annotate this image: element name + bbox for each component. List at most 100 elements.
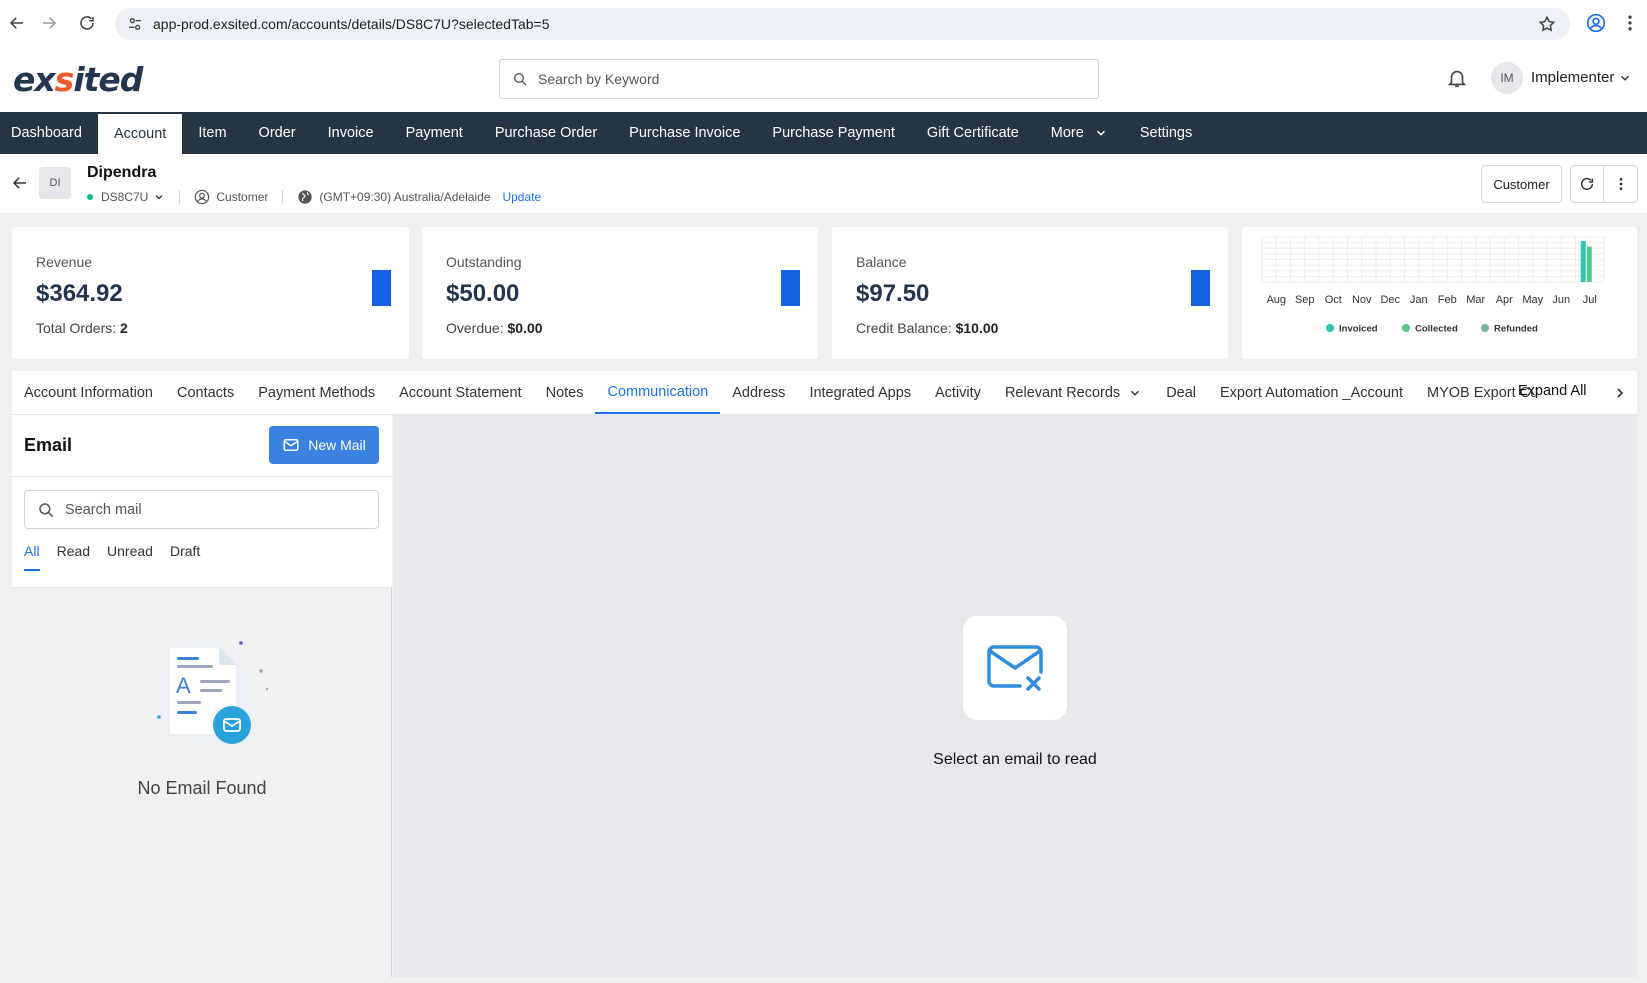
site-settings-icon[interactable]: [127, 16, 143, 32]
stat-bar: [1191, 270, 1210, 306]
arrow-right-icon: [43, 17, 57, 29]
chart-x-tick-label: Feb: [1438, 294, 1457, 306]
tab-notes[interactable]: Notes: [534, 371, 596, 414]
user-avatar[interactable]: IM: [1491, 62, 1523, 94]
global-search-input[interactable]: Search by Keyword: [499, 59, 1099, 99]
chevron-down-icon: [1096, 130, 1105, 136]
more-actions-button[interactable]: [1604, 165, 1638, 203]
chart-x-tick-label: May: [1522, 294, 1543, 306]
chevron-right-icon[interactable]: [1612, 385, 1628, 401]
customer-button[interactable]: Customer: [1481, 165, 1562, 203]
refresh-icon: [1580, 177, 1594, 190]
no-selection-tile: [963, 616, 1067, 720]
chart-x-tick-label: Jun: [1552, 294, 1570, 306]
nav-order[interactable]: Order: [243, 112, 312, 154]
nav-gift-certificate[interactable]: Gift Certificate: [911, 112, 1035, 154]
refresh-button[interactable]: [1570, 165, 1604, 203]
chart-x-tick-label: Dec: [1380, 294, 1400, 306]
tab-export-automation[interactable]: Export Automation _Account: [1208, 371, 1415, 414]
notification-bell-icon[interactable]: [1446, 67, 1468, 89]
chevron-down-icon[interactable]: [1618, 71, 1632, 85]
chart-bar-invoiced-jul: [1580, 240, 1586, 282]
tab-contacts[interactable]: Contacts: [165, 371, 246, 414]
filter-draft[interactable]: Draft: [170, 543, 200, 571]
back-arrow-icon[interactable]: [11, 174, 29, 192]
user-circle-icon: [195, 189, 210, 205]
email-reading-pane: Select an email to read: [393, 415, 1637, 977]
user-name[interactable]: Implementer: [1531, 69, 1614, 86]
revenue-card: Revenue $364.92 Total Orders: 2: [12, 227, 409, 359]
mail-filter-tabs: All Read Unread Draft: [24, 543, 217, 571]
stat-value: $364.92: [36, 280, 123, 307]
nav-payment[interactable]: Payment: [390, 112, 479, 154]
nav-invoice[interactable]: Invoice: [312, 112, 390, 154]
chart-x-tick-label: Mar: [1466, 294, 1485, 306]
email-panel-header: Email New Mail: [12, 415, 392, 477]
filter-all[interactable]: All: [24, 543, 40, 571]
browser-reload-button[interactable]: [70, 6, 104, 40]
nav-dashboard[interactable]: Dashboard: [0, 112, 98, 154]
nav-more-label: More: [1050, 125, 1084, 141]
tab-deal[interactable]: Deal: [1154, 371, 1208, 414]
tab-activity[interactable]: Activity: [923, 371, 993, 414]
email-search-area: Search mail All Read Unread Draft: [12, 477, 392, 588]
chart-legend-label: Collected: [1415, 324, 1458, 335]
search-icon: [514, 73, 527, 86]
divider: [282, 190, 284, 204]
account-avatar: DI: [39, 167, 71, 199]
exsited-logo[interactable]: exsited: [13, 60, 143, 99]
nav-item[interactable]: Item: [182, 112, 242, 154]
account-header: DI Dipendra DS8C7U Customer (GMT+09:30) …: [0, 154, 1647, 214]
filter-read[interactable]: Read: [57, 543, 90, 571]
browser-back-button[interactable]: [0, 6, 34, 40]
tab-account-statement[interactable]: Account Statement: [387, 371, 534, 414]
mail-x-icon: [987, 645, 1043, 691]
select-email-prompt: Select an email to read: [933, 751, 1097, 768]
account-meta: DS8C7U Customer (GMT+09:30) Australia/Ad…: [87, 189, 541, 205]
empty-document-illustration: A: [157, 641, 269, 744]
outstanding-card: Outstanding $50.00 Overdue: $0.00: [422, 227, 818, 359]
address-bar[interactable]: app-prod.exsited.com/accounts/details/DS…: [115, 8, 1570, 40]
chart-x-tick-label: Oct: [1325, 294, 1342, 306]
stat-value: $50.00: [446, 280, 520, 307]
new-mail-button[interactable]: New Mail: [269, 426, 379, 464]
search-icon: [39, 502, 54, 517]
tab-integrated-apps[interactable]: Integrated Apps: [797, 371, 923, 414]
account-id[interactable]: DS8C7U: [101, 190, 148, 204]
email-title: Email: [24, 435, 73, 455]
stat-value: $97.50: [856, 280, 930, 307]
stat-bar: [372, 270, 391, 306]
browser-profile-icon[interactable]: [1586, 13, 1606, 33]
nav-account[interactable]: Account: [97, 112, 183, 154]
tab-payment-methods[interactable]: Payment Methods: [246, 371, 387, 414]
chevron-down-icon[interactable]: [153, 191, 165, 203]
update-timezone-link[interactable]: Update: [502, 190, 541, 204]
divider: [179, 190, 181, 204]
tab-address[interactable]: Address: [720, 371, 797, 414]
tab-account-information[interactable]: Account Information: [12, 371, 165, 414]
browser-forward-button[interactable]: [32, 6, 66, 40]
account-tabs: Account Information Contacts Payment Met…: [12, 371, 1637, 415]
stat-bar: [781, 270, 800, 306]
arrow-left-icon: [9, 17, 23, 29]
chart-legend-marker: [1481, 324, 1489, 332]
envelope-icon: [283, 439, 299, 451]
nav-purchase-order[interactable]: Purchase Order: [479, 112, 613, 154]
stat-sub: Overdue: $0.00: [446, 320, 543, 336]
nav-more[interactable]: More: [1035, 112, 1124, 154]
mail-search-input[interactable]: Search mail: [24, 490, 379, 529]
nav-purchase-payment[interactable]: Purchase Payment: [756, 112, 911, 154]
status-dot: [87, 194, 93, 200]
url-text: app-prod.exsited.com/accounts/details/DS…: [153, 16, 550, 32]
tab-communication[interactable]: Communication: [595, 371, 721, 414]
browser-menu-icon[interactable]: [1620, 13, 1640, 33]
nav-settings[interactable]: Settings: [1124, 112, 1208, 154]
revenue-chart: Aug Sep Oct Nov Dec Jan Feb Mar Apr May Jun Jul Invo…: [1261, 236, 1605, 335]
nav-purchase-invoice[interactable]: Purchase Invoice: [613, 112, 756, 154]
tab-relevant-records[interactable]: Relevant Records: [993, 371, 1154, 414]
expand-all-button[interactable]: Expand All: [1518, 383, 1587, 399]
filter-unread[interactable]: Unread: [107, 543, 153, 571]
account-timezone: (GMT+09:30) Australia/Adelaide: [319, 190, 491, 204]
kebab-menu-icon: [1619, 178, 1622, 190]
bookmark-star-icon[interactable]: [1538, 15, 1556, 33]
